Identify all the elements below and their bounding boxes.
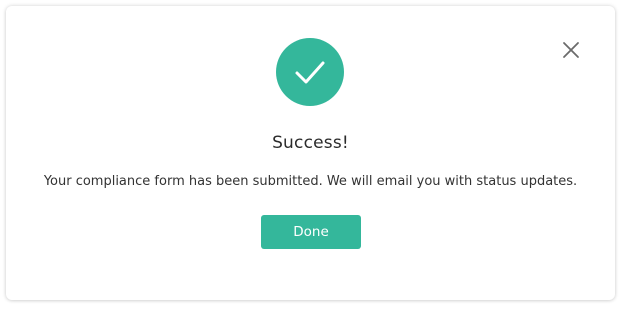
close-button[interactable] [561, 40, 581, 60]
dialog-title: Success! [272, 133, 349, 153]
success-dialog: Success! Your compliance form has been s… [6, 6, 615, 300]
done-button[interactable]: Done [261, 215, 361, 249]
close-icon [563, 42, 579, 58]
check-circle-icon [276, 38, 344, 106]
dialog-message: Your compliance form has been submitted.… [43, 174, 578, 189]
